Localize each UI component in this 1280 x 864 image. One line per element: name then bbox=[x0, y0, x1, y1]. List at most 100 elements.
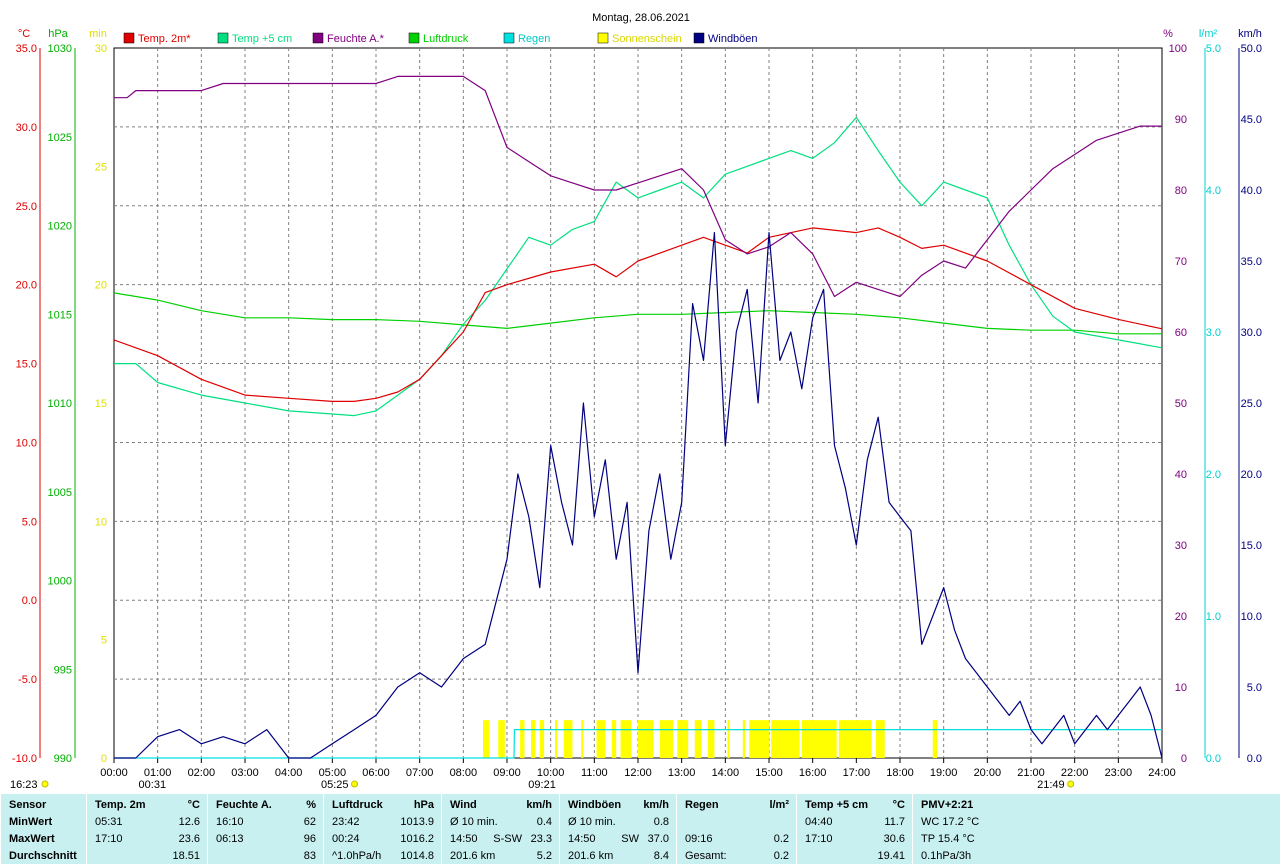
stats-header: Wind bbox=[450, 799, 477, 811]
wind-tick-label: 0.0 bbox=[1247, 753, 1262, 765]
grid bbox=[113, 47, 1163, 759]
time-tick-label: 03:00 bbox=[231, 767, 259, 779]
sun-tick-label: 25 bbox=[95, 161, 107, 173]
stat-value: 17:10 bbox=[805, 833, 833, 845]
stat-value: 11.7 bbox=[884, 816, 905, 828]
temp-tick-label: 10.0 bbox=[16, 437, 37, 449]
stats-rain: Regen l/m² 09:16 0.2 Gesamt: 0.2 bbox=[676, 794, 797, 864]
stats-humidity: Feuchte A.% 16:10 62 06:13 96 83 bbox=[207, 794, 324, 864]
pressure-tick-label: 995 bbox=[54, 664, 72, 676]
stats-row-label: MaxWert bbox=[9, 833, 55, 845]
humidity-tick-label: 0 bbox=[1181, 753, 1187, 765]
stat-value: TP 15.4 °C bbox=[921, 833, 975, 845]
pressure-axis-unit: hPa bbox=[48, 28, 68, 40]
wind-tick-label: 45.0 bbox=[1241, 114, 1262, 126]
stat-value: 5.2 bbox=[536, 850, 552, 862]
pressure-tick-label: 1005 bbox=[48, 487, 72, 499]
stat-value: Ø 10 min. bbox=[568, 816, 616, 828]
sunshine-bar bbox=[771, 720, 800, 758]
time-tick-label: 00:00 bbox=[100, 767, 128, 779]
legend-label: Sonnenschein bbox=[612, 33, 682, 45]
stats-unit: °C bbox=[187, 799, 200, 811]
stat-value: 201.6 km bbox=[450, 850, 496, 862]
wind-tick-label: 35.0 bbox=[1241, 256, 1262, 268]
sunshine-bar bbox=[838, 720, 872, 758]
sunset-time: 21:49 bbox=[1037, 779, 1065, 790]
sunshine-bar bbox=[638, 720, 654, 758]
sunshine-bar bbox=[677, 720, 689, 758]
legend: Temp. 2m* Temp +5 cm Feuchte A.* Luftdruck R… bbox=[123, 32, 758, 45]
sun-axis-unit: min bbox=[89, 28, 107, 40]
legend-swatch bbox=[597, 32, 609, 44]
stats-header: Regen bbox=[685, 799, 719, 811]
stat-value: 30.6 bbox=[883, 833, 905, 845]
wind-tick-label: 25.0 bbox=[1241, 398, 1262, 410]
sun-tick-label: 0 bbox=[101, 753, 107, 765]
stats-unit: °C bbox=[892, 799, 905, 811]
temp-tick-label: 30.0 bbox=[16, 122, 37, 134]
stat-value: 14:50 bbox=[450, 833, 478, 845]
stat-value: 0.2 bbox=[773, 833, 789, 845]
stat-value: 23.3 bbox=[530, 833, 552, 845]
stat-value: 1016.2 bbox=[400, 833, 434, 845]
stat-value: ^1.0hPa/h bbox=[332, 850, 382, 862]
humidity-tick-label: 90 bbox=[1175, 114, 1187, 126]
stat-value: Ø 10 min. bbox=[450, 816, 498, 828]
sunshine-bar bbox=[531, 720, 536, 758]
legend-label: Luftdruck bbox=[423, 33, 469, 45]
stat-value: 0.4 bbox=[536, 816, 552, 828]
sunshine-bar bbox=[875, 720, 885, 758]
time-tick-label: 13:00 bbox=[668, 767, 696, 779]
temp-tick-label: -5.0 bbox=[18, 674, 37, 686]
sunshine-bar bbox=[727, 720, 730, 758]
legend-swatch bbox=[312, 32, 324, 44]
previous-time: 16:23 bbox=[10, 779, 38, 790]
sun-tick-label: 15 bbox=[95, 398, 107, 410]
sun-icon bbox=[1067, 780, 1075, 788]
temp-axis-unit: °C bbox=[18, 28, 30, 40]
wind-axis-unit: km/h bbox=[1238, 28, 1262, 40]
chart-title: Montag, 28.06.2021 bbox=[592, 12, 690, 24]
temp-tick-label: 15.0 bbox=[16, 359, 37, 371]
sun-tick-label: 5 bbox=[101, 635, 107, 647]
stat-value: 09:16 bbox=[685, 833, 713, 845]
stats-unit: hPa bbox=[413, 799, 434, 811]
stat-value: 1013.9 bbox=[400, 816, 434, 828]
legend-label: Temp. 2m* bbox=[138, 33, 191, 45]
stats-temp: Temp. 2m °C 05:31 12.6 17:10 23.6 18.51 bbox=[86, 794, 208, 864]
pressure-tick-label: 1015 bbox=[48, 309, 72, 321]
stat-value: 23:42 bbox=[332, 816, 360, 828]
legend-label: Feuchte A.* bbox=[327, 33, 385, 45]
sunshine-bar bbox=[563, 720, 573, 758]
stat-value: SW bbox=[621, 833, 639, 845]
stat-value: 05:31 bbox=[95, 816, 123, 828]
sun-icon bbox=[41, 780, 49, 788]
humidity-axis-unit: % bbox=[1163, 28, 1173, 40]
stat-value: WC 17.2 °C bbox=[921, 816, 980, 828]
humidity-tick-label: 10 bbox=[1175, 682, 1187, 694]
stat-value: 19.41 bbox=[877, 850, 905, 862]
sun-tick-label: 30 bbox=[95, 43, 107, 55]
pressure-tick-label: 1020 bbox=[48, 221, 72, 233]
sunshine-bar bbox=[482, 720, 490, 758]
time-tick-label: 18:00 bbox=[886, 767, 914, 779]
stats-header: Sensor bbox=[9, 799, 47, 811]
wind-tick-label: 20.0 bbox=[1241, 469, 1262, 481]
stat-value: 0.8 bbox=[653, 816, 669, 828]
wind-tick-label: 10.0 bbox=[1241, 611, 1262, 623]
time-tick-label: 07:00 bbox=[406, 767, 434, 779]
stats-wind: Wind km/h Ø 10 min. 0.4 14:50 S-SW 23.3 201.6 k… bbox=[441, 794, 560, 864]
stat-value: 00:24 bbox=[332, 833, 360, 845]
stat-value: 17:10 bbox=[95, 833, 123, 845]
temp-tick-label: 0.0 bbox=[22, 595, 37, 607]
stat-value: 96 bbox=[303, 833, 316, 845]
stat-value: 12.6 bbox=[178, 816, 200, 828]
stat-value: 62 bbox=[303, 816, 316, 828]
time-tick-label: 21:00 bbox=[1017, 767, 1045, 779]
sunshine-bar bbox=[659, 720, 673, 758]
temp-tick-label: -10.0 bbox=[12, 753, 37, 765]
time-tick-label: 01:00 bbox=[144, 767, 172, 779]
temp-tick-label: 25.0 bbox=[16, 201, 37, 213]
stat-value: 18.51 bbox=[172, 850, 200, 862]
wind-tick-label: 40.0 bbox=[1241, 185, 1262, 197]
